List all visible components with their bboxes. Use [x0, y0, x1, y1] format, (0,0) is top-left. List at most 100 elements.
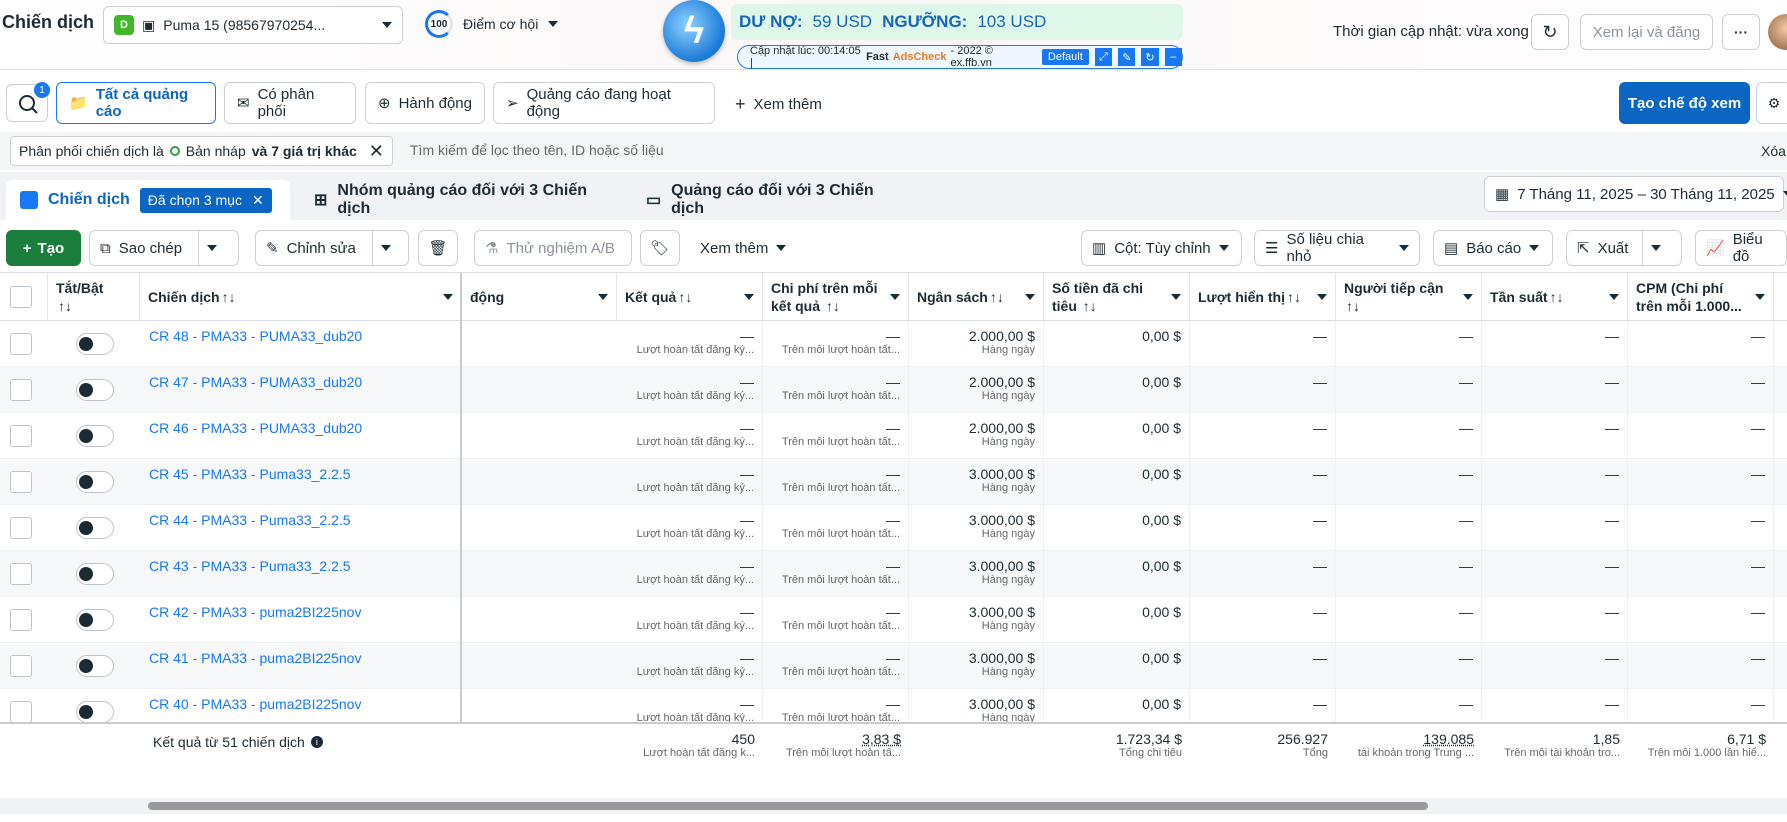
selected-chip[interactable]: Đã chọn 3 mục ✕	[140, 188, 272, 213]
th-reach[interactable]: Người tiếp cận ↑↓	[1336, 273, 1482, 321]
table-row[interactable]: CR 40 - PMA33 - puma2BI225nov — Lượt hoàn …	[0, 689, 1787, 722]
chevron-down-icon[interactable]	[1651, 245, 1661, 251]
toolbar-more-button[interactable]: Xem thêm	[690, 230, 800, 266]
horizontal-scrollbar[interactable]	[148, 802, 1428, 810]
th-spent[interactable]: Số tiền đã chi tiêu ↑↓	[1044, 273, 1190, 321]
tab-actions[interactable]: ⊕ Hành động	[365, 82, 485, 124]
chevron-down-icon[interactable]	[744, 294, 754, 300]
duplicate-button[interactable]: ⧉ Sao chép	[89, 230, 239, 266]
chevron-down-icon[interactable]	[1025, 294, 1035, 300]
tab-active-ads[interactable]: ➢ Quảng cáo đang hoạt động	[493, 82, 715, 124]
see-more-link[interactable]: + Xem thêm	[735, 94, 822, 115]
date-range-picker[interactable]: ▦ 7 Tháng 11, 2025 – 30 Tháng 11, 2025	[1484, 176, 1784, 212]
close-icon[interactable]: ✕	[252, 192, 264, 209]
edit-button[interactable]: ✎ Chỉnh sửa	[255, 230, 409, 266]
table-row[interactable]: CR 47 - PMA33 - PUMA33_dub20— Lượt hoàn t…	[0, 367, 1787, 413]
breakdown-button[interactable]: ☰ Số liệu chia nhỏ	[1254, 230, 1420, 266]
campaign-name-link[interactable]: CR 40 - PMA33 - puma2BI225nov	[149, 696, 361, 712]
select-all-checkbox[interactable]	[10, 286, 32, 308]
chevron-down-icon[interactable]	[381, 245, 391, 251]
campaign-name-link[interactable]: CR 44 - PMA33 - Puma33_2.2.5	[149, 512, 351, 528]
campaign-name-link[interactable]: CR 48 - PMA33 - PUMA33_dub20	[149, 328, 362, 344]
campaign-toggle[interactable]	[76, 701, 114, 722]
campaign-toggle[interactable]	[76, 563, 114, 585]
campaign-name-link[interactable]: CR 43 - PMA33 - Puma33_2.2.5	[149, 558, 351, 574]
more-options-button[interactable]: ···	[1722, 14, 1760, 50]
campaign-toggle[interactable]	[76, 425, 114, 447]
tab-campaigns[interactable]: Chiến dịch Đã chọn 3 mục ✕	[6, 180, 290, 220]
tab-ads[interactable]: ▭ Quảng cáo đối với 3 Chiến dịch	[632, 180, 918, 220]
close-icon[interactable]: ✕	[369, 141, 384, 162]
row-checkbox[interactable]	[10, 379, 32, 401]
row-checkbox[interactable]	[10, 333, 32, 355]
create-button[interactable]: + Tạo	[6, 230, 81, 266]
campaign-name-link[interactable]: CR 42 - PMA33 - puma2BI225nov	[149, 604, 361, 620]
chevron-down-icon[interactable]	[207, 245, 217, 251]
table-row[interactable]: CR 41 - PMA33 - puma2BI225nov — Lượt hoàn …	[0, 643, 1787, 689]
table-row[interactable]: CR 43 - PMA33 - Puma33_2.2.5— Lượt hoàn t…	[0, 551, 1787, 597]
info-icon[interactable]: i	[311, 736, 323, 748]
row-checkbox[interactable]	[10, 471, 32, 493]
campaign-name-link[interactable]: CR 46 - PMA33 - PUMA33_dub20	[149, 420, 362, 436]
th-toggle[interactable]: Tắt/Bật ↑↓	[48, 273, 140, 321]
th-frequency[interactable]: Tần suất ↑↓	[1482, 273, 1628, 321]
row-checkbox[interactable]	[10, 517, 32, 539]
minimize-icon[interactable]: –	[1165, 48, 1182, 66]
th-campaign[interactable]: Chiến dịch ↑↓	[140, 273, 462, 321]
columns-button[interactable]: ▥ Cột: Tùy chỉnh	[1081, 230, 1242, 266]
chevron-down-icon[interactable]	[1171, 294, 1181, 300]
ab-test-button[interactable]: ⚗ Thử nghiệm A/B	[474, 230, 632, 266]
clear-filters-link[interactable]: Xóa	[1761, 143, 1786, 159]
row-checkbox[interactable]	[10, 563, 32, 585]
table-row[interactable]: CR 42 - PMA33 - puma2BI225nov — Lượt hoàn …	[0, 597, 1787, 643]
edit-icon[interactable]: ✎	[1118, 48, 1135, 66]
tab-delivering[interactable]: ✉ Có phân phối	[224, 82, 356, 124]
th-results[interactable]: Kết quả ↑↓	[617, 273, 763, 321]
chevron-down-icon[interactable]	[1755, 294, 1765, 300]
th-cpm[interactable]: CPM (Chi phí trên mỗi 1.000...	[1628, 273, 1774, 321]
create-view-button[interactable]: Tạo chế độ xem	[1619, 82, 1750, 124]
tab-adsets[interactable]: ⊞ Nhóm quảng cáo đối với 3 Chiến dịch	[300, 180, 622, 220]
campaign-toggle[interactable]	[76, 333, 114, 355]
chevron-down-icon[interactable]	[598, 294, 608, 300]
table-row[interactable]: CR 48 - PMA33 - PUMA33_dub20— Lượt hoàn t…	[0, 321, 1787, 367]
chevron-down-icon[interactable]	[1609, 294, 1619, 300]
campaign-toggle[interactable]	[76, 517, 114, 539]
refresh-button[interactable]: ↻	[1531, 14, 1569, 50]
campaign-toggle[interactable]	[76, 379, 114, 401]
tab-all-ads[interactable]: 📁 Tất cả quảng cáo	[56, 82, 216, 124]
chevron-down-icon[interactable]	[890, 294, 900, 300]
row-checkbox[interactable]	[10, 701, 32, 722]
chevron-down-icon[interactable]	[1317, 294, 1327, 300]
campaign-name-link[interactable]: CR 41 - PMA33 - puma2BI225nov	[149, 650, 361, 666]
export-button[interactable]: ⇱ Xuất	[1566, 230, 1682, 266]
filter-chip[interactable]: Phân phối chiến dịch là Bản nháp và 7 gi…	[10, 136, 393, 166]
th-impressions[interactable]: Lượt hiển thị ↑↓	[1190, 273, 1336, 321]
expand-icon[interactable]: ⤢	[1095, 48, 1112, 66]
account-selector[interactable]: D ▣ Puma 15 (98567970254...	[103, 6, 403, 44]
chevron-down-icon[interactable]	[1463, 294, 1473, 300]
campaign-toggle[interactable]	[76, 471, 114, 493]
reports-button[interactable]: ▤ Báo cáo	[1433, 230, 1553, 266]
review-publish-button[interactable]: Xem lại và đăng	[1580, 14, 1713, 50]
campaign-toggle[interactable]	[76, 609, 114, 631]
lightning-icon[interactable]: ϟ	[663, 0, 725, 62]
view-settings-button[interactable]: ⚙	[1756, 82, 1787, 124]
filter-search-input[interactable]: Tìm kiếm để lọc theo tên, ID hoặc số liệ…	[410, 142, 664, 158]
delete-button[interactable]: 🗑	[418, 230, 458, 266]
table-row[interactable]: CR 44 - PMA33 - Puma33_2.2.5— Lượt hoàn t…	[0, 505, 1787, 551]
refresh-icon[interactable]: ↻	[1141, 48, 1158, 66]
campaign-name-link[interactable]: CR 45 - PMA33 - Puma33_2.2.5	[149, 466, 351, 482]
th-delivery[interactable]: động	[462, 273, 617, 321]
table-row[interactable]: CR 45 - PMA33 - Puma33_2.2.5— Lượt hoàn t…	[0, 459, 1787, 505]
campaign-name-link[interactable]: CR 47 - PMA33 - PUMA33_dub20	[149, 374, 362, 390]
opportunity-score[interactable]: 100 Điểm cơ hội	[425, 10, 558, 38]
th-budget[interactable]: Ngân sách ↑↓	[909, 273, 1044, 321]
table-row[interactable]: CR 46 - PMA33 - PUMA33_dub20— Lượt hoàn t…	[0, 413, 1787, 459]
campaign-toggle[interactable]	[76, 655, 114, 677]
th-cpr[interactable]: Chi phí trên mỗi kết quả ↑↓	[763, 273, 909, 321]
row-checkbox[interactable]	[10, 655, 32, 677]
chevron-down-icon[interactable]	[443, 294, 453, 300]
charts-button[interactable]: 📈 Biểu đồ	[1695, 230, 1787, 266]
tag-button[interactable]: 🏷	[640, 230, 680, 266]
